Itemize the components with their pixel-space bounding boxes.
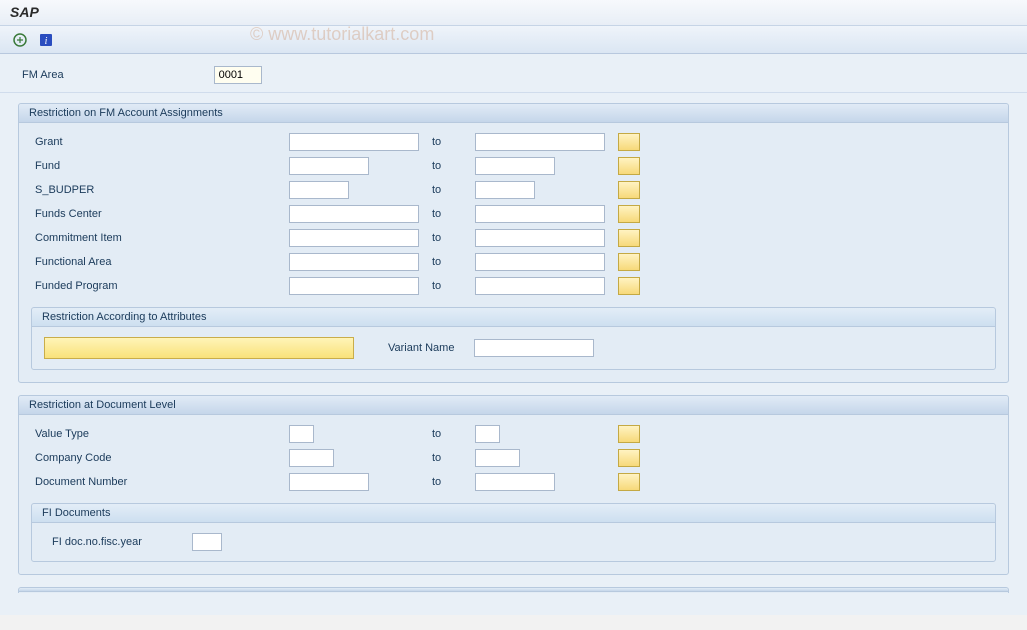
subgroup-fi-body: FI doc.no.fisc.year bbox=[32, 523, 995, 561]
subgroup-attributes-body: Variant Name bbox=[32, 327, 995, 369]
to-label: to bbox=[432, 160, 467, 172]
multiple-selection-button[interactable] bbox=[618, 205, 640, 223]
multiple-selection-button[interactable] bbox=[618, 181, 640, 199]
assign-row: Funded Program to bbox=[31, 275, 996, 297]
group-next-partial bbox=[18, 587, 1009, 593]
header-area: FM Area bbox=[0, 54, 1027, 93]
assign-to-input[interactable] bbox=[475, 181, 535, 199]
fi-doc-input[interactable] bbox=[192, 533, 222, 551]
doc-to-input[interactable] bbox=[475, 449, 520, 467]
group-document-level: Restriction at Document Level Value Type… bbox=[18, 395, 1009, 575]
assign-row: S_BUDPER to bbox=[31, 179, 996, 201]
multiple-selection-button[interactable] bbox=[618, 133, 640, 151]
group-fm-assignments-header: Restriction on FM Account Assignments bbox=[19, 104, 1008, 123]
assign-label: Grant bbox=[31, 136, 281, 148]
doc-row: Document Number to bbox=[31, 471, 996, 493]
assign-to-input[interactable] bbox=[475, 157, 555, 175]
assign-from-input[interactable] bbox=[289, 253, 419, 271]
doc-from-input[interactable] bbox=[289, 449, 334, 467]
subgroup-attributes: Restriction According to Attributes Vari… bbox=[31, 307, 996, 370]
multiple-selection-button[interactable] bbox=[618, 277, 640, 295]
multiple-selection-button[interactable] bbox=[618, 473, 640, 491]
assign-label: S_BUDPER bbox=[31, 184, 281, 196]
app-title: SAP bbox=[10, 4, 39, 20]
fm-area-label: FM Area bbox=[18, 69, 64, 81]
assign-label: Funds Center bbox=[31, 208, 281, 220]
to-label: to bbox=[432, 184, 467, 196]
variant-name-label: Variant Name bbox=[384, 342, 454, 354]
multiple-selection-button[interactable] bbox=[618, 449, 640, 467]
doc-to-input[interactable] bbox=[475, 425, 500, 443]
doc-from-input[interactable] bbox=[289, 473, 369, 491]
svg-text:i: i bbox=[45, 36, 48, 47]
assign-label: Fund bbox=[31, 160, 281, 172]
assign-to-input[interactable] bbox=[475, 277, 605, 295]
doc-label: Company Code bbox=[31, 452, 281, 464]
content: Restriction on FM Account Assignments Gr… bbox=[0, 93, 1027, 615]
subgroup-attributes-header: Restriction According to Attributes bbox=[32, 308, 995, 327]
assign-to-input[interactable] bbox=[475, 253, 605, 271]
multiple-selection-button[interactable] bbox=[618, 253, 640, 271]
subgroup-fi-documents: FI Documents FI doc.no.fisc.year bbox=[31, 503, 996, 562]
group-document-level-header: Restriction at Document Level bbox=[19, 396, 1008, 415]
group-document-level-body: Value TypetoCompany CodetoDocument Numbe… bbox=[19, 415, 1008, 574]
group-fm-assignments: Restriction on FM Account Assignments Gr… bbox=[18, 103, 1009, 383]
group-next-header bbox=[19, 588, 1008, 592]
assign-to-input[interactable] bbox=[475, 133, 605, 151]
group-fm-assignments-body: GranttoFundtoS_BUDPERtoFunds CentertoCom… bbox=[19, 123, 1008, 382]
to-label: to bbox=[432, 452, 467, 464]
assign-label: Commitment Item bbox=[31, 232, 281, 244]
info-icon[interactable]: i bbox=[36, 30, 56, 50]
doc-label: Value Type bbox=[31, 428, 281, 440]
assign-label: Functional Area bbox=[31, 256, 281, 268]
assign-row: Funds Center to bbox=[31, 203, 996, 225]
fm-area-input[interactable] bbox=[214, 66, 262, 84]
assign-from-input[interactable] bbox=[289, 181, 349, 199]
doc-row: Company Code to bbox=[31, 447, 996, 469]
multiple-selection-button[interactable] bbox=[618, 229, 640, 247]
attributes-button[interactable] bbox=[44, 337, 354, 359]
doc-from-input[interactable] bbox=[289, 425, 314, 443]
to-label: to bbox=[432, 280, 467, 292]
to-label: to bbox=[432, 136, 467, 148]
multiple-selection-button[interactable] bbox=[618, 157, 640, 175]
assign-to-input[interactable] bbox=[475, 205, 605, 223]
to-label: to bbox=[432, 428, 467, 440]
to-label: to bbox=[432, 476, 467, 488]
multiple-selection-button[interactable] bbox=[618, 425, 640, 443]
assign-label: Funded Program bbox=[31, 280, 281, 292]
toolbar: i bbox=[0, 26, 1027, 54]
doc-label: Document Number bbox=[31, 476, 281, 488]
assign-from-input[interactable] bbox=[289, 133, 419, 151]
doc-row: Value Type to bbox=[31, 423, 996, 445]
assign-to-input[interactable] bbox=[475, 229, 605, 247]
assign-from-input[interactable] bbox=[289, 229, 419, 247]
assign-row: Commitment Item to bbox=[31, 227, 996, 249]
title-bar: SAP bbox=[0, 0, 1027, 26]
subgroup-fi-header: FI Documents bbox=[32, 504, 995, 523]
doc-to-input[interactable] bbox=[475, 473, 555, 491]
variant-name-input[interactable] bbox=[474, 339, 594, 357]
assign-row: Grant to bbox=[31, 131, 996, 153]
fi-doc-label: FI doc.no.fisc.year bbox=[44, 536, 142, 548]
to-label: to bbox=[432, 256, 467, 268]
assign-row: Fund to bbox=[31, 155, 996, 177]
assign-from-input[interactable] bbox=[289, 277, 419, 295]
to-label: to bbox=[432, 208, 467, 220]
assign-row: Functional Area to bbox=[31, 251, 996, 273]
assign-from-input[interactable] bbox=[289, 157, 369, 175]
execute-icon[interactable] bbox=[10, 30, 30, 50]
to-label: to bbox=[432, 232, 467, 244]
assign-from-input[interactable] bbox=[289, 205, 419, 223]
